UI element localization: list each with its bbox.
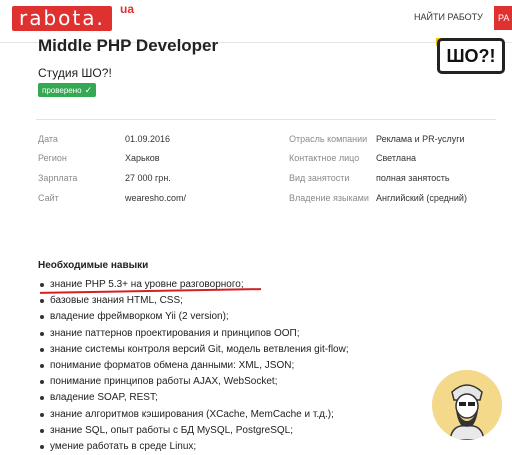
- find-job-link[interactable]: НАЙТИ РАБОТУ: [414, 12, 483, 22]
- list-item: умение работать в среде Linux;: [38, 439, 349, 455]
- detail-value-date: 01.09.2016: [125, 134, 171, 144]
- detail-label-salary: Зарплата: [38, 173, 78, 183]
- logo-suffix: ua: [120, 2, 135, 16]
- detail-label-languages: Владение языками: [289, 193, 369, 203]
- detail-value-salary: 27 000 грн.: [125, 173, 171, 183]
- detail-value-contact: Светлана: [376, 153, 417, 163]
- detail-label-date: Дата: [38, 134, 58, 144]
- list-item: знание алгоритмов кэширования (XCache, M…: [38, 407, 349, 423]
- list-item: знание паттернов проектирования и принци…: [38, 326, 349, 342]
- skills-heading: Необходимые навыки: [38, 260, 149, 271]
- detail-value-industry: Реклама и PR-услуги: [376, 134, 465, 144]
- detail-value-languages: Английский (средний): [376, 193, 467, 203]
- verified-label: проверено: [42, 86, 82, 95]
- detail-value-site[interactable]: wearesho.com/: [125, 193, 186, 203]
- divider: [36, 119, 496, 120]
- avatar-illustration: [432, 370, 502, 440]
- detail-value-employment: полная занятость: [376, 173, 450, 183]
- rabota-logo[interactable]: rabota.: [12, 6, 112, 31]
- detail-value-region: Харьков: [125, 153, 160, 163]
- list-item: базовые знания HTML, CSS;: [38, 293, 349, 309]
- list-item: понимание форматов обмена данными: XML, …: [38, 358, 349, 374]
- list-item: знание системы контроля версий Git, моде…: [38, 342, 349, 358]
- avatar: [432, 370, 502, 440]
- detail-label-contact: Контактное лицо: [289, 153, 360, 163]
- detail-label-region: Регион: [38, 153, 67, 163]
- company-name[interactable]: Студия ШО?!: [38, 66, 112, 80]
- list-item: понимание принципов работы AJAX, WebSock…: [38, 374, 349, 390]
- list-item: знание SQL, опыт работы с БД MySQL, Post…: [38, 423, 349, 439]
- detail-label-industry: Отрасль компании: [289, 134, 368, 144]
- detail-label-site: Сайт: [38, 193, 59, 203]
- header-action-button[interactable]: РА: [494, 6, 512, 30]
- list-item: владение фреймворком Yii (2 version);: [38, 309, 349, 325]
- verified-badge: проверено ✓: [38, 83, 97, 97]
- detail-label-employment: Вид занятости: [289, 173, 350, 183]
- company-logo[interactable]: ШО?!: [437, 38, 505, 74]
- skills-list: знание PHP 5.3+ на уровне разговорного; …: [38, 277, 349, 455]
- vacancy-title: Middle PHP Developer: [38, 36, 219, 55]
- check-icon: ✓: [84, 85, 93, 95]
- list-item: владение SOAP, REST;: [38, 390, 349, 406]
